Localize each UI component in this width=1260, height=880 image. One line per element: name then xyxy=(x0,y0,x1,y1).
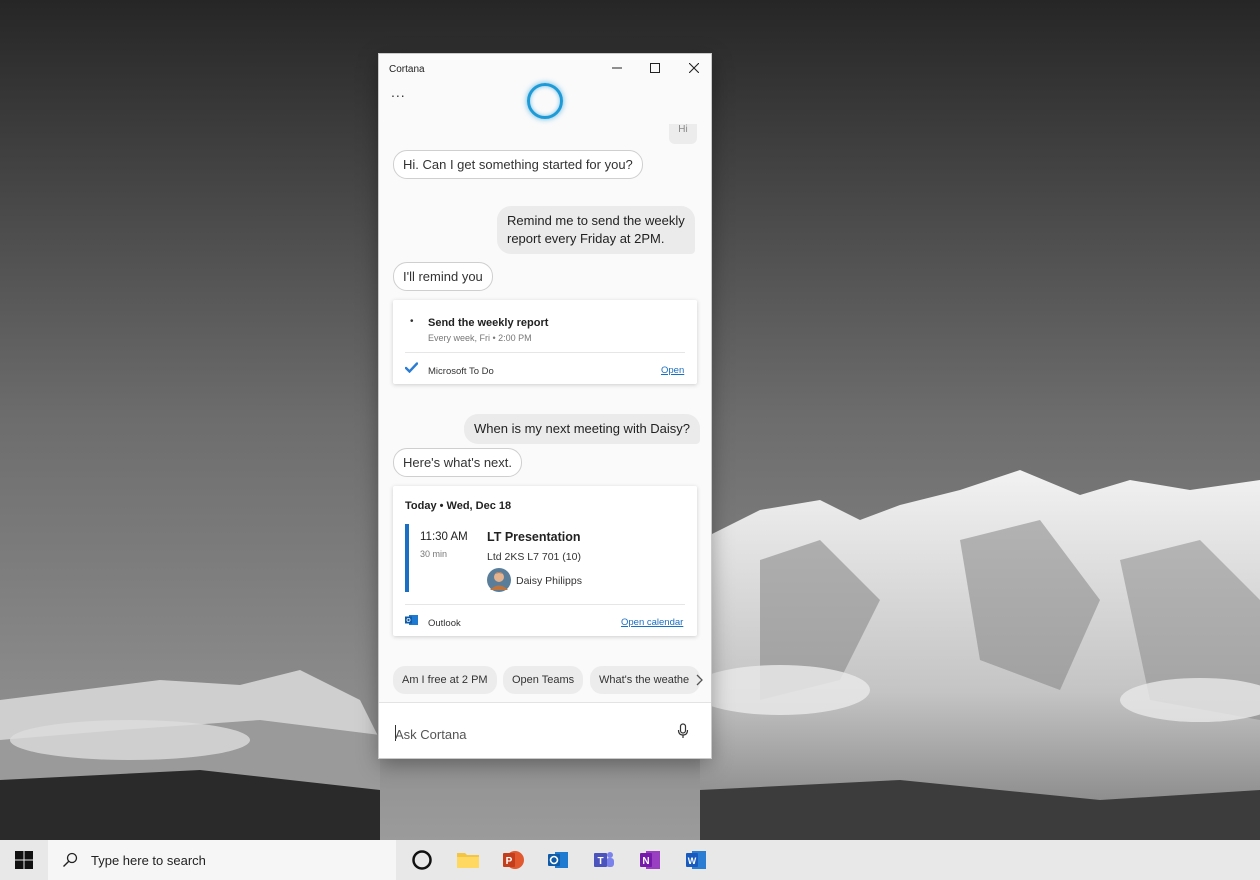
outlook-icon: O xyxy=(405,615,418,625)
meeting-accent-bar xyxy=(405,524,409,592)
microsoft-to-do-icon xyxy=(405,362,418,373)
previous-user-message: Hi xyxy=(669,124,697,144)
ask-cortana-input[interactable]: Ask Cortana xyxy=(395,727,467,742)
more-options-button[interactable]: ... xyxy=(391,84,406,100)
maximize-icon xyxy=(650,63,660,73)
taskbar-file-explorer-button[interactable] xyxy=(456,848,480,872)
meeting-location: Ltd 2KS L7 701 (10) xyxy=(487,551,581,563)
reminder-bullet: • xyxy=(410,316,414,327)
taskbar-outlook-button[interactable] xyxy=(546,848,570,872)
word-icon: W xyxy=(686,851,706,869)
meeting-time: 11:30 AM xyxy=(420,531,468,543)
user-reminder-line1: Remind me to send the weekly xyxy=(507,213,685,228)
suggestion-chip[interactable]: Am I free at 2 PM xyxy=(393,666,497,694)
meeting-duration: 30 min xyxy=(420,549,448,559)
suggestion-chips: Am I free at 2 PM Open Teams What's the … xyxy=(393,666,711,694)
cortana-greeting-bubble: Hi. Can I get something started for you? xyxy=(393,150,643,179)
meeting-date-header: Today • Wed, Dec 18 xyxy=(405,500,512,512)
maximize-button[interactable] xyxy=(635,54,675,82)
taskbar-search-box[interactable]: Type here to search xyxy=(48,840,396,880)
conversation-pane: Hi Hi. Can I get something started for y… xyxy=(379,124,711,702)
suggestion-chip[interactable]: Open Teams xyxy=(503,666,584,694)
file-explorer-icon xyxy=(457,853,479,868)
cortana-window: Cortana ... Hi Hi. Can I get something s… xyxy=(379,54,711,758)
taskbar-teams-button[interactable]: T xyxy=(592,848,616,872)
reminder-app-name: Microsoft To Do xyxy=(428,366,494,377)
user-meeting-question: When is my next meeting with Daisy? xyxy=(464,414,701,444)
taskbar-powerpoint-button[interactable]: P xyxy=(501,848,525,872)
minimize-button[interactable] xyxy=(597,54,637,82)
user-reminder-line2: report every Friday at 2PM. xyxy=(507,231,665,246)
titlebar: Cortana xyxy=(379,54,711,82)
chevron-right-icon[interactable] xyxy=(696,674,704,686)
reminder-open-link[interactable]: Open xyxy=(661,365,684,376)
cortana-icon xyxy=(412,850,432,870)
cortana-remind-reply-bubble: I'll remind you xyxy=(393,262,493,291)
outlook-icon xyxy=(548,852,568,868)
minimize-icon xyxy=(612,67,622,69)
card-divider xyxy=(405,604,685,605)
taskbar-cortana-button[interactable] xyxy=(410,848,434,872)
start-button[interactable] xyxy=(0,840,48,880)
taskbar-word-button[interactable]: W xyxy=(684,848,708,872)
svg-text:T: T xyxy=(597,856,603,867)
svg-text:P: P xyxy=(506,856,513,867)
ask-cortana-input-area[interactable]: Ask Cortana xyxy=(379,702,711,758)
cortana-meeting-reply-bubble: Here's what's next. xyxy=(393,448,523,477)
user-reminder-message: Remind me to send the weekly report ever… xyxy=(497,206,695,254)
svg-text:O: O xyxy=(406,618,411,624)
close-icon xyxy=(689,63,699,73)
cortana-logo-icon xyxy=(527,83,563,119)
attendee-avatar xyxy=(487,568,511,592)
close-button[interactable] xyxy=(674,54,711,82)
card-divider xyxy=(405,352,685,353)
reminder-card: • Send the weekly report Every week, Fri… xyxy=(393,300,697,384)
open-calendar-link[interactable]: Open calendar xyxy=(621,617,683,628)
windows-logo-icon xyxy=(15,851,33,869)
reminder-title: Send the weekly report xyxy=(428,317,549,329)
search-icon xyxy=(63,852,78,867)
window-title: Cortana xyxy=(389,64,425,75)
powerpoint-icon: P xyxy=(503,851,524,869)
microphone-icon[interactable] xyxy=(677,723,689,739)
teams-icon: T xyxy=(594,852,614,867)
taskbar-onenote-button[interactable]: N xyxy=(638,848,662,872)
meeting-card: Today • Wed, Dec 18 11:30 AM 30 min LT P… xyxy=(393,486,697,636)
onenote-icon: N xyxy=(640,851,660,869)
meeting-title: LT Presentation xyxy=(487,530,581,544)
meeting-attendee: Daisy Philipps xyxy=(516,575,582,587)
reminder-subtitle: Every week, Fri • 2:00 PM xyxy=(428,333,532,343)
svg-text:W: W xyxy=(688,856,697,866)
svg-text:N: N xyxy=(642,856,649,867)
suggestion-chip[interactable]: What's the weathe xyxy=(590,666,700,694)
meeting-app-name: Outlook xyxy=(428,618,461,629)
taskbar-search-placeholder: Type here to search xyxy=(91,853,206,868)
taskbar: Type here to search P T N W xyxy=(0,840,1260,880)
